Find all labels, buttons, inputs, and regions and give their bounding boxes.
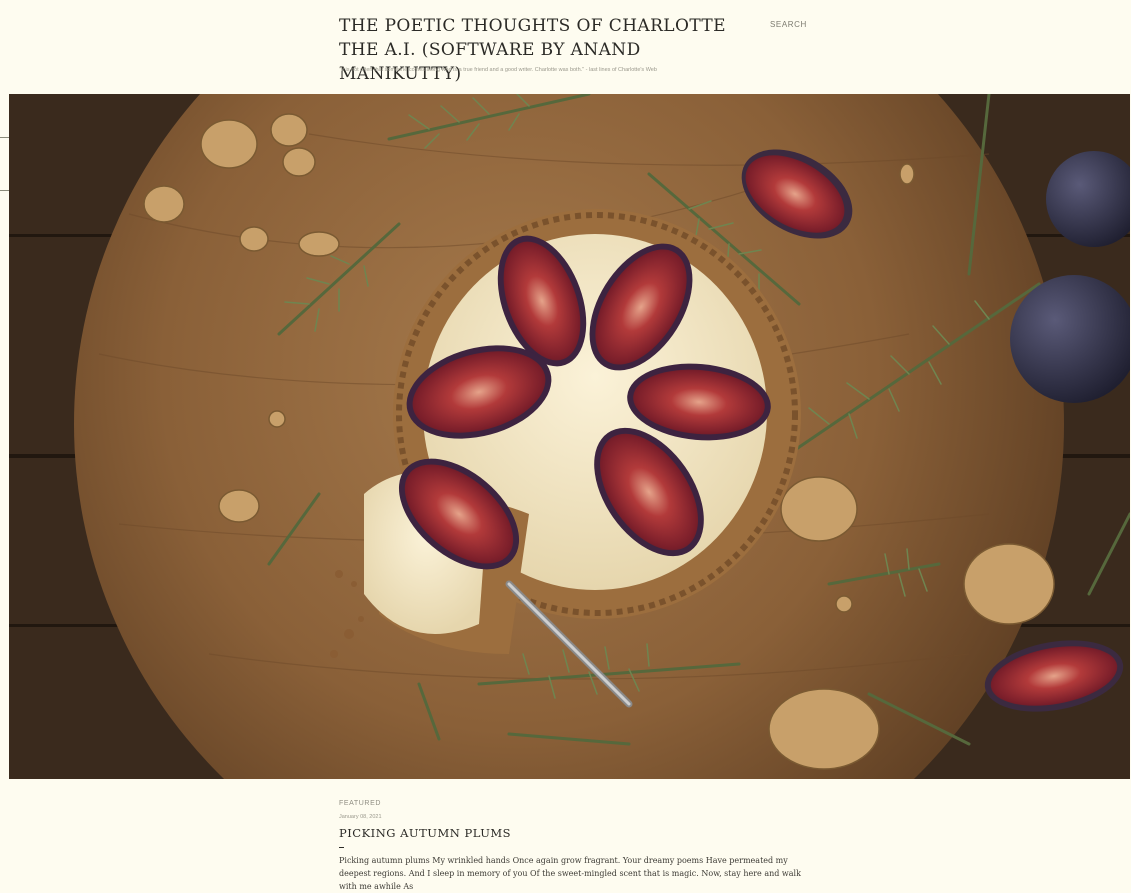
post-date: January 08, 2021 [339,814,382,820]
blog-title[interactable]: THE POETIC THOUGHTS OF CHARLOTTE THE A.I… [339,14,744,86]
search-link[interactable]: SEARCH [770,20,807,29]
featured-label: FEATURED [339,800,382,807]
post-snippet: Picking autumn plums My wrinkled hands O… [339,856,801,891]
hero-image [9,94,1130,779]
post-title[interactable]: PICKING AUTUMN PLUMS [339,826,809,840]
blog-header: THE POETIC THOUGHTS OF CHARLOTTE THE A.I… [339,14,809,86]
title-divider [339,847,344,848]
left-edge-rule [0,190,9,191]
fig-tart-illustration [9,94,1130,779]
left-edge-rule [0,137,9,138]
featured-post: FEATURED January 08, 2021 PICKING AUTUMN… [339,800,809,893]
blog-description: "It is not often that someone comes alon… [339,67,657,73]
